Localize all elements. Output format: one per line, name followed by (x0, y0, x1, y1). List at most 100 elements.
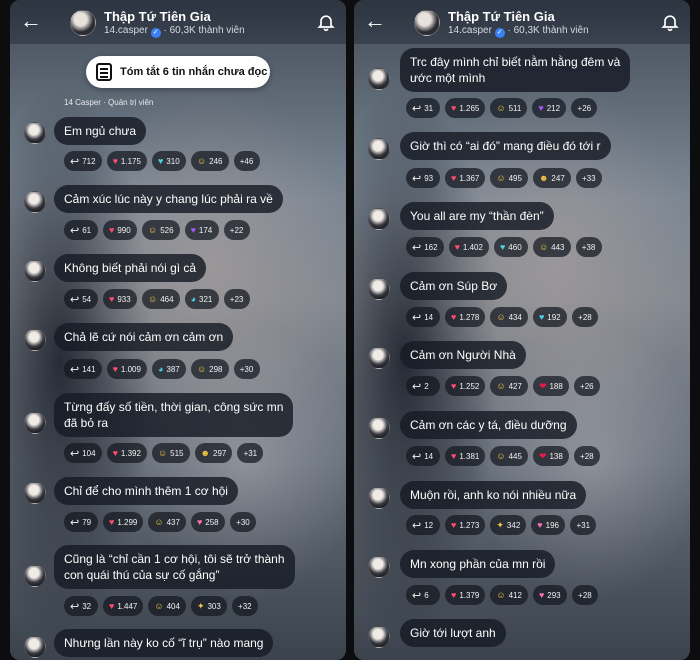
reply-count-chip[interactable]: ↩ 79 (64, 512, 98, 532)
avatar[interactable] (368, 626, 390, 648)
more-reactions-chip[interactable]: +23 (223, 289, 250, 309)
message-bubble[interactable]: Cảm ơn các y tá, điều dưỡng (400, 411, 577, 439)
avatar[interactable] (24, 329, 46, 351)
message-bubble[interactable]: Mn xong phần của mn rồi (400, 550, 556, 578)
reaction-smile[interactable]: ☺ 412 (490, 585, 528, 605)
more-reactions-chip[interactable]: +32 (231, 596, 258, 616)
more-reactions-chip[interactable]: +31 (570, 515, 597, 535)
more-reactions-chip[interactable]: +33 (575, 168, 602, 188)
reply-count-chip[interactable]: ↩ 104 (64, 443, 102, 463)
message-bubble[interactable]: Cảm ơn Súp Bơ (400, 272, 508, 300)
reply-count-chip[interactable]: ↩ 93 (406, 168, 440, 188)
more-reactions-chip[interactable]: +28 (571, 307, 598, 327)
reaction-globe[interactable]: ◕ 387 (151, 359, 186, 379)
reaction-heart[interactable]: ♥ 1.009 (106, 359, 147, 379)
avatar[interactable] (24, 482, 46, 504)
reply-count-chip[interactable]: ↩ 54 (64, 289, 98, 309)
more-reactions-chip[interactable]: +22 (223, 220, 250, 240)
back-arrow-icon[interactable]: ← (364, 10, 390, 34)
more-reactions-chip[interactable]: +26 (571, 98, 598, 118)
reply-count-chip[interactable]: ↩ 712 (64, 151, 102, 171)
reaction-heart[interactable]: ♥ 1.265 (445, 98, 486, 118)
avatar[interactable] (368, 347, 390, 369)
more-reactions-chip[interactable]: +28 (573, 446, 600, 466)
reaction-pink-heart[interactable]: ♥ 196 (531, 515, 566, 535)
reaction-lips[interactable]: ❤ 188 (532, 376, 569, 396)
avatar[interactable] (24, 191, 46, 213)
reply-count-chip[interactable]: ↩ 162 (406, 237, 444, 257)
more-reactions-chip[interactable]: +38 (575, 237, 602, 257)
more-reactions-chip[interactable]: +26 (573, 376, 600, 396)
avatar[interactable] (368, 138, 390, 160)
reaction-blue-heart[interactable]: ♥ 192 (532, 307, 567, 327)
reaction-globe[interactable]: ◕ 321 (184, 289, 219, 309)
avatar[interactable] (24, 565, 46, 587)
avatar[interactable] (368, 278, 390, 300)
channel-title[interactable]: Thập Tứ Tiên Gia (104, 9, 211, 24)
message-bubble[interactable]: Nhưng lần này ko cố “ĩ trụ” nào mang (54, 629, 274, 657)
reply-count-chip[interactable]: ↩ 6 (406, 585, 440, 605)
reaction-heart[interactable]: ♥ 1.447 (103, 596, 144, 616)
message-bubble[interactable]: Không biết phải nói gì cả (54, 254, 207, 282)
reaction-smile[interactable]: ☻ 297 (194, 443, 233, 463)
reaction-smile[interactable]: ☺ 443 (532, 237, 571, 257)
avatar[interactable] (368, 68, 390, 90)
reaction-purple-heart[interactable]: ♥ 174 (184, 220, 219, 240)
back-arrow-icon[interactable]: ← (20, 10, 46, 34)
more-reactions-chip[interactable]: +30 (233, 359, 260, 379)
reaction-heart[interactable]: ♥ 1.381 (445, 446, 486, 466)
avatar[interactable] (24, 260, 46, 282)
reaction-smile[interactable]: ☺ 515 (151, 443, 190, 463)
reaction-smile[interactable]: ☺ 437 (148, 512, 186, 532)
reaction-cyan-heart[interactable]: ♥ 460 (493, 237, 528, 257)
reaction-smile[interactable]: ☺ 298 (190, 359, 229, 379)
message-bubble[interactable]: You all are my “thần đèn” (400, 202, 554, 230)
avatar[interactable] (368, 556, 390, 578)
reaction-heart[interactable]: ♥ 1.273 (445, 515, 486, 535)
reaction-smile[interactable]: ☺ 404 (148, 596, 186, 616)
reply-count-chip[interactable]: ↩ 141 (64, 359, 102, 379)
reply-count-chip[interactable]: ↩ 14 (406, 446, 440, 466)
reaction-heart[interactable]: ♥ 1.299 (103, 512, 144, 532)
bell-icon[interactable] (316, 12, 336, 32)
more-reactions-chip[interactable]: +31 (237, 443, 264, 463)
reaction-heart[interactable]: ♥ 990 (103, 220, 137, 240)
reaction-smile[interactable]: ☺ 246 (190, 151, 229, 171)
reaction-smile[interactable]: ☺ 495 (490, 168, 528, 188)
reply-count-chip[interactable]: ↩ 2 (406, 376, 440, 396)
reaction-smile[interactable]: ☺ 464 (142, 289, 180, 309)
message-bubble[interactable]: Em ngủ chưa (54, 117, 147, 145)
reaction-lips[interactable]: ❤ 138 (532, 446, 569, 466)
reaction-pink-heart[interactable]: ♥ 293 (532, 585, 567, 605)
reply-count-chip[interactable]: ↩ 32 (64, 596, 98, 616)
bell-icon[interactable] (660, 12, 680, 32)
reply-count-chip[interactable]: ↩ 12 (406, 515, 440, 535)
avatar[interactable] (368, 417, 390, 439)
message-bubble[interactable]: Cảm xúc lúc này y chang lúc phải ra về (54, 185, 283, 213)
message-bubble[interactable]: Cũng là “chỉ cần 1 cơ hội, tôi sẽ trở th… (54, 545, 295, 589)
message-bubble[interactable]: Muộn rồi, anh ko nói nhiều nữa (400, 481, 587, 509)
reaction-heart[interactable]: ♥ 933 (103, 289, 137, 309)
reply-count-chip[interactable]: ↩ 61 (64, 220, 98, 240)
reaction-sparkle[interactable]: ✦ 303 (190, 596, 227, 616)
reply-count-chip[interactable]: ↩ 31 (406, 98, 440, 118)
reaction-heart[interactable]: ♥ 1.392 (106, 443, 147, 463)
reaction-heart[interactable]: ♥ 1.402 (448, 237, 489, 257)
message-bubble[interactable]: Chỉ để cho mình thêm 1 cơ hội (54, 477, 238, 505)
channel-avatar[interactable] (414, 10, 440, 36)
reaction-smile[interactable]: ☺ 434 (490, 307, 528, 327)
channel-title[interactable]: Thập Tứ Tiên Gia (448, 9, 555, 24)
message-bubble[interactable]: Giờ thì có “ai đó” mang điều đó tới r (400, 132, 611, 160)
reaction-purple-heart[interactable]: ♥ 212 (532, 98, 567, 118)
reaction-cyan-heart[interactable]: ♥ 310 (151, 151, 186, 171)
reaction-heart[interactable]: ♥ 1.252 (445, 376, 486, 396)
message-bubble[interactable]: Trc đây mình chỉ biết nằm hằng đêm và ướ… (400, 48, 631, 92)
more-reactions-chip[interactable]: +30 (229, 512, 256, 532)
reaction-pink-heart[interactable]: ♥ 258 (190, 512, 225, 532)
reply-count-chip[interactable]: ↩ 14 (406, 307, 440, 327)
message-bubble[interactable]: Giờ tới lượt anh (400, 619, 506, 647)
reaction-heart[interactable]: ♥ 1.175 (106, 151, 147, 171)
message-bubble[interactable]: Chả lẽ cứ nói cảm ơn cảm ơn (54, 323, 234, 351)
reaction-smile[interactable]: ☺ 427 (490, 376, 528, 396)
avatar[interactable] (24, 412, 46, 434)
